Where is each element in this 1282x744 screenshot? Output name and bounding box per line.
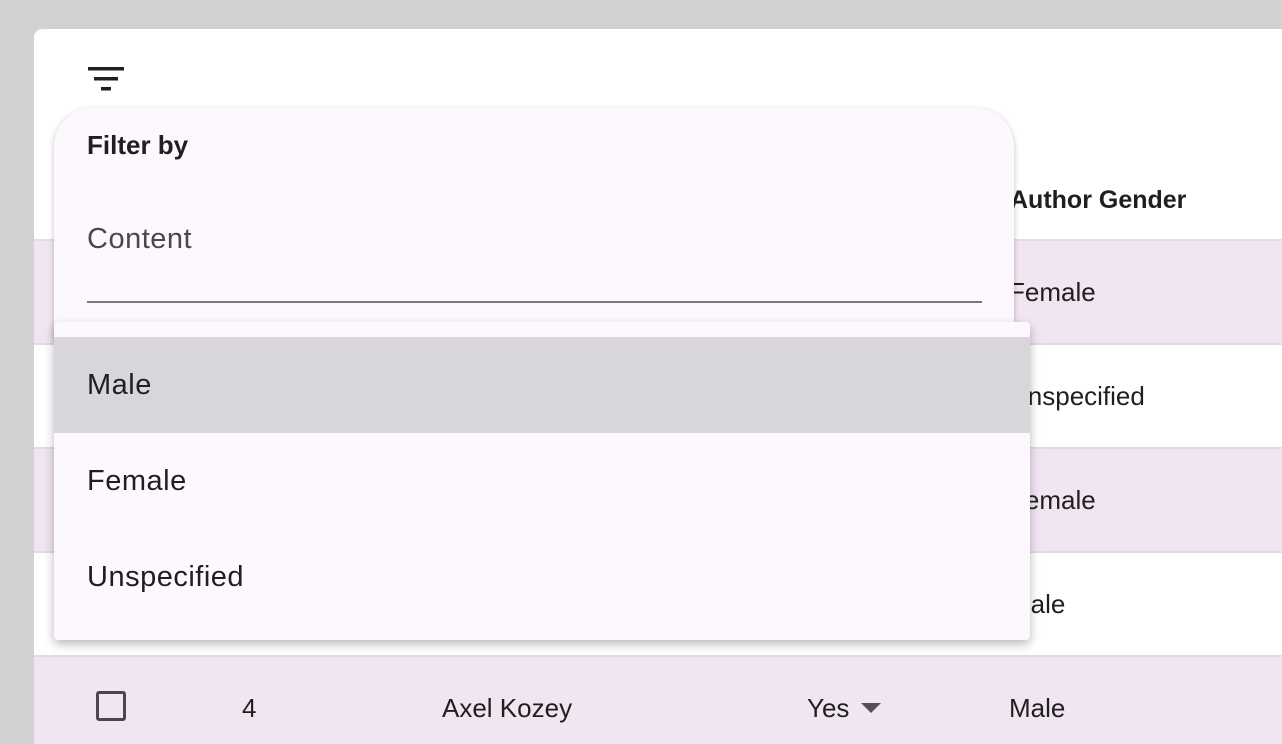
column-header-author-gender[interactable]: Author Gender [1010,186,1186,215]
menu-option-male[interactable]: Male [54,337,1030,433]
cell-author-gender: Female [1009,277,1096,307]
caret-down-icon [861,703,882,714]
filter-panel: Filter by [54,108,1014,338]
content-filter-field[interactable] [87,208,982,304]
menu-option-female[interactable]: Female [54,433,1030,529]
cell-author-gender: Male [1009,693,1066,723]
filter-panel-title: Filter by [87,130,189,160]
published-select[interactable]: Yes [807,693,882,724]
filter-toggle-button[interactable] [86,65,126,95]
filter-list-icon [88,67,124,91]
gender-options-menu: Male Female Unspecified [54,322,1030,640]
cell-id: 4 [242,693,257,723]
row-select-checkbox[interactable] [96,691,126,721]
cell-author-name: Axel Kozey [442,693,573,723]
menu-option-unspecified[interactable]: Unspecified [54,529,1030,625]
published-select-value: Yes [807,693,850,723]
table-row[interactable]: 4 Axel Kozey Yes Male [34,657,1282,744]
content-filter-input[interactable] [87,208,982,303]
